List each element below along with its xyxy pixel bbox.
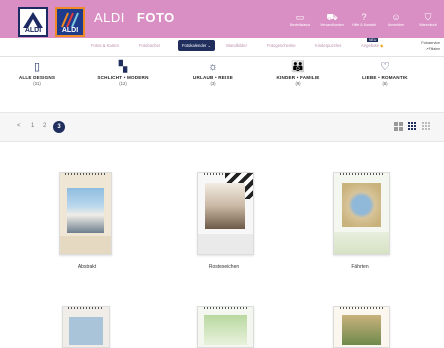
nav-item-fotokalender[interactable]: Fotokalender ⌄ <box>178 40 216 51</box>
grid-view-small-icon[interactable] <box>394 122 403 131</box>
nav-item-wandbilder[interactable]: Wandbilder <box>226 43 247 48</box>
nav-item-fotobuecher[interactable]: Fotobücher <box>139 43 160 48</box>
filialen-link[interactable]: ↗Filialen <box>421 46 440 52</box>
photo-building <box>67 188 104 233</box>
header-icons: ▭ Bestellstatus ⛟ Versandkosten ? Hilfe … <box>284 12 444 28</box>
category-count: (9) <box>295 81 301 86</box>
prev-page-button[interactable]: < <box>17 123 21 129</box>
login-label: Anmelden <box>387 23 405 27</box>
help-icon: ? <box>361 12 367 22</box>
product-name[interactable]: Abstrakt <box>47 264 127 270</box>
order-status-label: Bestellstatus <box>289 23 311 27</box>
category-schlicht-modern[interactable]: ▚ SCHLICHT • MODERN (12) <box>88 60 158 86</box>
category-name: KINDER • FAMILIE <box>276 75 320 80</box>
page-3-current[interactable]: 3 <box>53 121 65 133</box>
filialen-label: Filialen <box>428 47 440 51</box>
category-name: URLAUB • REISE <box>192 75 234 80</box>
main-nav: Fotos & Karten Fotobücher Fotokalender ⌄… <box>0 38 444 57</box>
cart-icon: ⛉ <box>424 12 432 22</box>
user-icon: ☺ <box>391 12 401 22</box>
pagination-bar: < 1 2 3 <box>0 112 444 142</box>
product-image-row2-3[interactable] <box>333 306 390 348</box>
shipping-link[interactable]: ⛟ Versandkosten <box>316 12 348 28</box>
product-image-row2-1[interactable] <box>62 306 110 348</box>
calendar-icon: ▯ <box>33 61 41 73</box>
product-image-abstrakt[interactable] <box>59 172 112 255</box>
order-icon: ▭ <box>295 12 305 22</box>
category-count: (3) <box>210 81 216 86</box>
nav-item-angebote-label: Angebote <box>361 43 379 48</box>
family-icon: 👪 <box>291 61 305 73</box>
aldi-sued-logo[interactable]: ALDI <box>55 7 85 37</box>
login-link[interactable]: ☺ Anmelden <box>380 12 412 28</box>
product-image-row2-2[interactable] <box>197 306 254 348</box>
category-count: (6) <box>382 81 388 86</box>
category-count: (12) <box>119 81 127 86</box>
nav-item-kinderpuzzles[interactable]: Kinderpuzzles <box>315 43 341 48</box>
shipping-label: Versandkosten <box>320 23 344 27</box>
logo-text: ALDI <box>24 27 42 34</box>
product-image-rosteseichen[interactable] <box>197 172 254 255</box>
nav-item-fotos-karten[interactable]: Fotos & Karten <box>91 43 119 48</box>
logo2-text: ALDI <box>61 27 79 34</box>
truck-icon: ⛟ <box>326 12 338 22</box>
brand-section: FOTO <box>136 10 175 25</box>
tag-icon: ◆ <box>380 43 384 48</box>
photo-person <box>205 183 245 229</box>
category-alle-designs[interactable]: ▯ ALLE DESIGNS (31) <box>2 60 72 86</box>
calendar-grid <box>60 236 111 254</box>
calendar-grid <box>334 232 389 254</box>
photo-row2-2 <box>204 315 247 345</box>
spiral-binding <box>339 307 384 309</box>
spiral-binding <box>339 173 384 175</box>
top-header: ALDI ALDI ALDI FOTO ▭ Bestellstatus ⛟ Ver… <box>0 0 444 38</box>
cart-link[interactable]: ⛉ Warenkorb <box>412 12 444 28</box>
cart-label: Warenkorb <box>419 23 437 27</box>
category-urlaub-reise[interactable]: ☼ URLAUB • REISE (3) <box>178 60 248 86</box>
spiral-binding <box>203 307 248 309</box>
calendar-grid <box>198 234 253 254</box>
category-name: SCHLICHT • MODERN <box>97 75 149 80</box>
product-name[interactable]: Fährten <box>320 264 400 270</box>
category-liebe-romantik[interactable]: ♡ LIEBE • ROMANTIK (6) <box>350 60 420 86</box>
category-count: (31) <box>33 81 41 86</box>
category-name: LIEBE • ROMANTIK <box>362 75 408 80</box>
order-status-link[interactable]: ▭ Bestellstatus <box>284 12 316 28</box>
photo-sky <box>342 183 381 227</box>
heart-icon: ♡ <box>380 61 390 73</box>
photo-row2-3 <box>342 315 381 345</box>
new-badge: NEU <box>367 38 379 42</box>
category-name: ALLE DESIGNS <box>18 75 56 80</box>
nav-item-fotogeschenke[interactable]: Fotogeschenke <box>267 43 296 48</box>
help-label: Hilfe & Kontakt <box>352 23 376 27</box>
spiral-binding <box>67 307 105 309</box>
brand-title[interactable]: ALDI FOTO <box>94 10 175 25</box>
nav-item-angebote[interactable]: NEU Angebote ◆ <box>361 38 384 48</box>
brand-name: ALDI <box>94 10 125 25</box>
product-name[interactable]: Rosteseichen <box>184 264 264 270</box>
sun-icon: ☼ <box>207 61 219 73</box>
nav-right-links[interactable]: Fotoservice ↗Filialen <box>421 40 440 52</box>
page-1-link[interactable]: 1 <box>31 123 34 129</box>
spiral-binding <box>65 173 106 175</box>
help-link[interactable]: ? Hilfe & Kontakt <box>348 12 380 28</box>
category-kinder-familie[interactable]: 👪 KINDER • FAMILIE (9) <box>263 60 333 86</box>
product-image-faehrten[interactable] <box>333 172 390 255</box>
square-icon: ▚ <box>118 61 128 73</box>
nav-item-fotokalender-label: Fotokalender <box>182 43 207 48</box>
page-2-link[interactable]: 2 <box>43 123 46 129</box>
grid-view-medium-icon[interactable] <box>408 122 417 131</box>
aldi-nord-logo[interactable]: ALDI <box>18 7 48 37</box>
photo-row2-1 <box>69 317 103 345</box>
grid-view-large-icon[interactable] <box>422 122 431 131</box>
